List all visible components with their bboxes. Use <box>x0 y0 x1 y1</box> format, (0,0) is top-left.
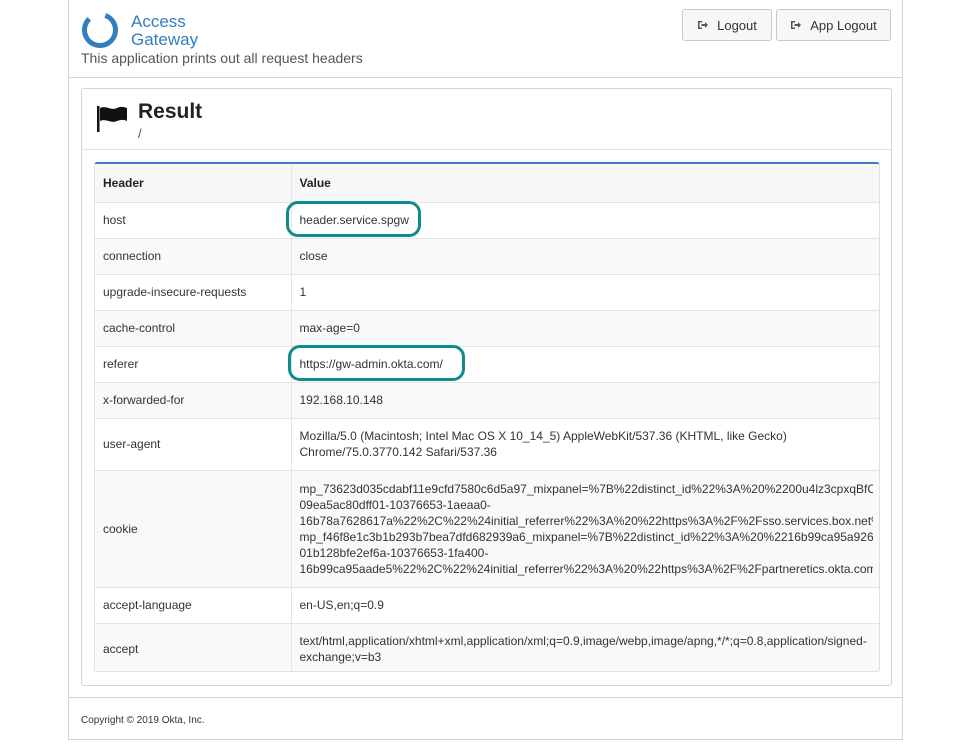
app-frame: Access Gateway This application prints o… <box>68 0 903 740</box>
header-key: upgrade-insecure-requests <box>95 274 292 311</box>
header-key: accept <box>95 623 292 671</box>
header-value: max-age=0 <box>291 310 879 347</box>
header-key: user-agent <box>95 418 292 471</box>
table-row: referer https://gw-admin.okta.com/ <box>95 346 879 383</box>
copyright-text: Copyright © 2019 Okta, Inc. <box>81 715 205 726</box>
header-value: text/html,application/xhtml+xml,applicat… <box>299 634 867 664</box>
flag-icon <box>97 106 127 132</box>
logout-label: Logout <box>717 17 757 33</box>
table-row: connection close <box>95 238 879 275</box>
header-key: cache-control <box>95 310 292 347</box>
sign-out-icon <box>698 21 709 29</box>
header-value-cell: mp_73623d035cdabf11e9cfd7580c6d5a97_mixp… <box>291 470 879 588</box>
table-row: upgrade-insecure-requests 1 <box>95 274 879 311</box>
app-description: This application prints out all request … <box>81 50 363 66</box>
page-header: Access Gateway This application prints o… <box>69 0 902 78</box>
header-value: https://gw-admin.okta.com/ <box>291 346 879 383</box>
result-panel: Result / Header Value host header.servic… <box>81 88 892 686</box>
table-row: accept text/html,application/xhtml+xml,a… <box>95 623 879 671</box>
header-value-cell: text/html,application/xhtml+xml,applicat… <box>291 623 879 671</box>
page-footer: Copyright © 2019 Okta, Inc. <box>69 697 902 739</box>
header-key: referer <box>95 346 292 383</box>
headers-table: Header Value host header.service.spgw co… <box>95 164 879 671</box>
logout-button[interactable]: Logout <box>682 9 772 41</box>
header-key: cookie <box>95 470 292 588</box>
table-row: cookie mp_73623d035cdabf11e9cfd7580c6d5a… <box>95 470 879 588</box>
header-key: host <box>95 202 292 239</box>
table-row: host header.service.spgw <box>95 202 879 239</box>
header-value: 1 <box>291 274 879 311</box>
table-row: user-agent Mozilla/5.0 (Macintosh; Intel… <box>95 418 879 471</box>
table-row: cache-control max-age=0 <box>95 310 879 347</box>
header-value: 192.168.10.148 <box>291 382 879 419</box>
header-key: connection <box>95 238 292 275</box>
header-value: header.service.spgw <box>291 202 879 239</box>
brand-line-1: Access <box>131 12 186 31</box>
okta-logo-icon <box>82 12 118 48</box>
header-key: x-forwarded-for <box>95 382 292 419</box>
header-value: mp_73623d035cdabf11e9cfd7580c6d5a97_mixp… <box>299 481 874 576</box>
app-logout-button[interactable]: App Logout <box>776 9 891 41</box>
table-row: accept-language en-US,en;q=0.9 <box>95 587 879 624</box>
result-title: Result <box>138 100 203 123</box>
header-value: close <box>291 238 879 275</box>
table-row: x-forwarded-for 192.168.10.148 <box>95 382 879 419</box>
brand-line-2: Gateway <box>131 30 199 49</box>
result-panel-header: Result / <box>82 89 891 150</box>
header-key: accept-language <box>95 587 292 624</box>
table-header-row: Header Value <box>95 164 879 203</box>
header-value: Mozilla/5.0 (Macintosh; Intel Mac OS X 1… <box>299 429 787 459</box>
brand-name: Access Gateway <box>131 13 198 49</box>
column-header-header: Header <box>95 164 292 203</box>
column-header-value: Value <box>291 164 879 203</box>
result-path: / <box>138 126 142 141</box>
app-logout-label: App Logout <box>810 17 877 33</box>
header-value-cell: Mozilla/5.0 (Macintosh; Intel Mac OS X 1… <box>291 418 879 471</box>
sign-out-icon <box>791 21 802 29</box>
headers-table-container: Header Value host header.service.spgw co… <box>94 162 880 672</box>
header-value: en-US,en;q=0.9 <box>291 587 879 624</box>
